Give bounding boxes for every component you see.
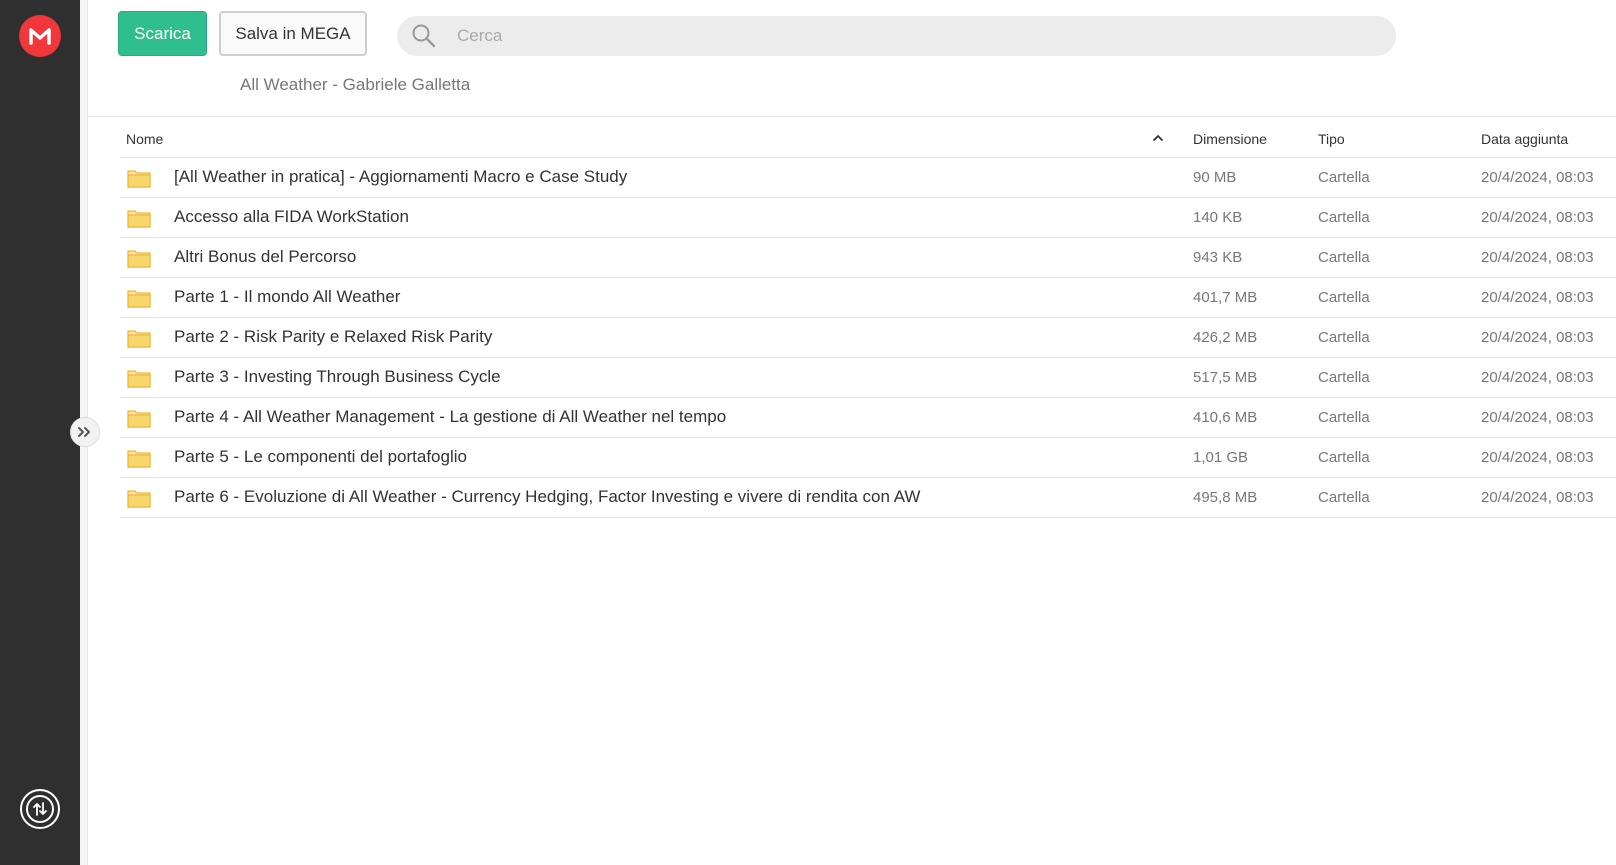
file-type: Cartella (1318, 209, 1370, 226)
folder-icon (127, 450, 151, 468)
file-name: Altri Bonus del Percorso (174, 247, 357, 266)
file-name: Parte 6 - Evoluzione di All Weather - Cu… (174, 487, 921, 506)
file-size: 410,6 MB (1193, 409, 1258, 426)
file-date: 20/4/2024, 08:03 (1481, 169, 1594, 186)
mega-logo-icon[interactable] (19, 15, 61, 57)
table-row[interactable]: Parte 2 - Risk Parity e Relaxed Risk Par… (120, 318, 1616, 358)
file-size: 1,01 GB (1193, 449, 1249, 466)
folder-icon (127, 370, 151, 388)
column-header-name[interactable]: Nome (126, 131, 163, 147)
column-header-size[interactable]: Dimensione (1193, 131, 1267, 147)
folder-icon (127, 490, 151, 508)
column-header-type[interactable]: Tipo (1318, 131, 1345, 147)
file-size: 90 MB (1193, 169, 1237, 186)
file-type: Cartella (1318, 409, 1370, 426)
search-bar[interactable] (397, 16, 1396, 56)
breadcrumb[interactable]: All Weather - Gabriele Galletta (240, 75, 470, 95)
header-divider (88, 116, 1616, 117)
folder-icon (127, 410, 151, 428)
file-name: Parte 5 - Le componenti del portafoglio (174, 447, 467, 466)
file-size: 943 KB (1193, 249, 1243, 266)
file-name: Parte 2 - Risk Parity e Relaxed Risk Par… (174, 327, 493, 346)
file-date: 20/4/2024, 08:03 (1481, 329, 1594, 346)
file-name: Accesso alla FIDA WorkStation (174, 207, 409, 226)
file-type: Cartella (1318, 169, 1370, 186)
folder-icon (127, 330, 151, 348)
table-row[interactable]: Parte 3 - Investing Through Business Cyc… (120, 358, 1616, 398)
file-size: 140 KB (1193, 209, 1243, 226)
file-date: 20/4/2024, 08:03 (1481, 249, 1594, 266)
file-type: Cartella (1318, 369, 1370, 386)
folder-icon (127, 290, 151, 308)
file-date: 20/4/2024, 08:03 (1481, 449, 1594, 466)
table-header: Nome Dimensione Tipo Data aggiunta (120, 120, 1616, 158)
expand-sidebar-icon[interactable] (70, 417, 100, 447)
file-date: 20/4/2024, 08:03 (1481, 409, 1594, 426)
file-size: 495,8 MB (1193, 489, 1258, 506)
file-name: Parte 3 - Investing Through Business Cyc… (174, 367, 501, 386)
file-name: Parte 1 - Il mondo All Weather (174, 287, 401, 306)
file-type: Cartella (1318, 249, 1370, 266)
table-row[interactable]: Parte 6 - Evoluzione di All Weather - Cu… (120, 478, 1616, 518)
table-body: [All Weather in pratica] - Aggiornamenti… (120, 158, 1616, 518)
file-size: 426,2 MB (1193, 329, 1258, 346)
file-type: Cartella (1318, 329, 1370, 346)
file-size: 517,5 MB (1193, 369, 1258, 386)
file-date: 20/4/2024, 08:03 (1481, 289, 1594, 306)
folder-icon (127, 250, 151, 268)
file-date: 20/4/2024, 08:03 (1481, 209, 1594, 226)
table-row[interactable]: [All Weather in pratica] - Aggiornamenti… (120, 158, 1616, 198)
search-icon (412, 24, 436, 48)
file-name: [All Weather in pratica] - Aggiornamenti… (174, 167, 628, 186)
transfers-icon[interactable] (20, 789, 60, 829)
table-row[interactable]: Accesso alla FIDA WorkStation 140 KB Car… (120, 198, 1616, 238)
column-header-date[interactable]: Data aggiunta (1481, 131, 1568, 147)
sort-ascending-icon[interactable] (1152, 134, 1164, 142)
file-size: 401,7 MB (1193, 289, 1258, 306)
file-table: Nome Dimensione Tipo Data aggiunta [All … (120, 120, 1616, 518)
sidebar (0, 0, 80, 865)
folder-icon (127, 210, 151, 228)
table-row[interactable]: Altri Bonus del Percorso 943 KB Cartella… (120, 238, 1616, 278)
file-type: Cartella (1318, 289, 1370, 306)
folder-icon (127, 170, 151, 188)
table-row[interactable]: Parte 4 - All Weather Management - La ge… (120, 398, 1616, 438)
file-type: Cartella (1318, 449, 1370, 466)
search-input[interactable] (457, 26, 1257, 46)
download-button[interactable]: Scarica (118, 11, 207, 56)
file-name: Parte 4 - All Weather Management - La ge… (174, 407, 727, 426)
table-row[interactable]: Parte 1 - Il mondo All Weather 401,7 MB … (120, 278, 1616, 318)
file-date: 20/4/2024, 08:03 (1481, 489, 1594, 506)
table-row[interactable]: Parte 5 - Le componenti del portafoglio … (120, 438, 1616, 478)
save-to-mega-button[interactable]: Salva in MEGA (219, 11, 367, 56)
file-type: Cartella (1318, 489, 1370, 506)
file-date: 20/4/2024, 08:03 (1481, 369, 1594, 386)
